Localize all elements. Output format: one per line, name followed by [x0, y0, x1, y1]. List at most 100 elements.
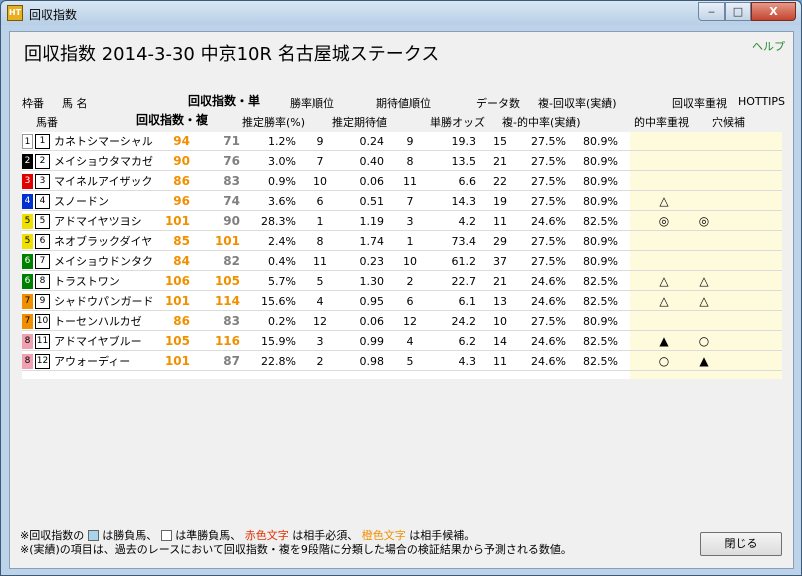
est-winrate-cell: 28.3%	[261, 215, 296, 228]
kaishu-fuku-value: 74	[223, 194, 240, 208]
table-row[interactable]: 3 3 マイネルアイザック 86 83 0.9% 10 0.06 11 6.6 22 27.5% 80.…	[22, 172, 782, 191]
odds-cell: 61.2	[451, 255, 477, 268]
fuku-kaishu-cell: 80.9%	[583, 255, 618, 268]
data-count-cell: 22	[493, 175, 507, 188]
table-row[interactable]: 7 9 シャドウパンガード 101 114 15.6% 4 0.95 6 6.1 13 24.6% 82…	[22, 292, 782, 311]
horse-name: マイネルアイザック	[54, 175, 153, 188]
minimize-button[interactable]: ‒	[698, 2, 725, 21]
maximize-button[interactable]: □	[725, 2, 751, 21]
fuku-tekichu-cell: 24.6%	[531, 355, 566, 368]
est-winrate-cell: 15.9%	[261, 335, 296, 348]
odds-cell: 73.4	[451, 235, 477, 248]
data-count-cell: 19	[493, 195, 507, 208]
mark-anakoho	[694, 152, 714, 171]
umaban-box: 3	[35, 174, 50, 189]
est-kitai-cell: 0.98	[359, 355, 385, 368]
win-rank-cell: 7	[316, 155, 324, 168]
mark-anakoho	[694, 252, 714, 271]
fuku-kaishu-cell: 82.5%	[583, 295, 618, 308]
mark-tekichu	[654, 252, 674, 271]
mark-anakoho: ◎	[698, 214, 710, 228]
legend-jun-shobu-box	[160, 530, 172, 541]
waku-badge: 3	[22, 174, 33, 189]
table-row[interactable]: 7 10 トーセンハルカゼ 86 83 0.2% 12 0.06 12 24.2 10 27.5% 80…	[22, 312, 782, 331]
note-text-d: は相手必須、	[292, 529, 359, 542]
kaishu-tan-value: 86	[173, 174, 190, 188]
header-waku: 枠番	[22, 97, 44, 110]
kitai-rank-cell: 2	[406, 275, 414, 288]
table-row[interactable]: 6 7 メイショウドンタク 84 82 0.4% 11 0.23 10 61.2 37 27.5% 80…	[22, 252, 782, 271]
mark-anakoho	[694, 172, 714, 191]
header-anakoho: 穴候補	[712, 116, 745, 129]
est-winrate-cell: 0.9%	[268, 175, 296, 188]
close-window-button[interactable]: X	[751, 2, 796, 21]
data-count-cell: 37	[493, 255, 507, 268]
header-kitai-rank: 期待値順位	[376, 97, 431, 110]
win-rank-cell: 12	[313, 315, 327, 328]
horse-name: アドマイヤツヨシ	[54, 215, 142, 228]
mark-anakoho	[694, 232, 714, 251]
table-row[interactable]: 1 1 カネトシマーシャル 94 71 1.2% 9 0.24 9 19.3 15 27.5% 80.9…	[22, 132, 782, 151]
waku-badge: 5	[22, 214, 33, 229]
note-text-e: は相手候補。	[409, 529, 476, 542]
kaishu-tan-value: 105	[164, 334, 190, 348]
waku-badge: 5	[22, 234, 33, 249]
win-rank-cell: 5	[316, 275, 324, 288]
header-fuku-kaishu: 複-回収率(実績)	[538, 97, 617, 110]
horse-name: メイショウドンタク	[54, 255, 153, 268]
close-button[interactable]: 閉じる	[700, 532, 782, 556]
waku-badge: 6	[22, 254, 33, 269]
kitai-rank-cell: 8	[406, 155, 414, 168]
header-est-winrate: 推定勝率(%)	[242, 116, 306, 129]
kitai-rank-cell: 4	[406, 335, 414, 348]
kaishu-tan-value: 84	[173, 254, 190, 268]
est-winrate-cell: 0.2%	[268, 315, 296, 328]
win-rank-cell: 11	[313, 255, 327, 268]
table-row[interactable]: 8 11 アドマイヤブルー 105 116 15.9% 3 0.99 4 6.2 14 24.6% 82…	[22, 332, 782, 351]
odds-cell: 24.2	[451, 315, 477, 328]
kaishu-fuku-value: 114	[214, 294, 240, 308]
table-row[interactable]: 6 8 トラストワン 106 105 5.7% 5 1.30 2 22.7 21 24.6% 82.5%…	[22, 272, 782, 291]
horse-name: トーセンハルカゼ	[54, 315, 142, 328]
table-row[interactable]: 5 6 ネオブラックダイヤ 85 101 2.4% 8 1.74 1 73.4 29 27.5% 80.…	[22, 232, 782, 251]
mark-anakoho	[694, 132, 714, 151]
win-rank-cell: 8	[316, 235, 324, 248]
mark-tekichu: △	[659, 294, 669, 308]
table-row[interactable]: 2 2 メイショウタマカゼ 90 76 3.0% 7 0.40 8 13.5 21 27.5% 80.9…	[22, 152, 782, 171]
note-text-b: は勝負馬、	[102, 529, 158, 542]
kaishu-tan-value: 90	[173, 154, 190, 168]
est-winrate-cell: 3.0%	[268, 155, 296, 168]
est-kitai-cell: 0.40	[359, 155, 385, 168]
kitai-rank-cell: 1	[406, 235, 414, 248]
header-tansho-odds: 単勝オッズ	[430, 116, 485, 129]
win-rank-cell: 1	[316, 215, 324, 228]
note-text-a: ※回収指数の	[20, 529, 85, 542]
umaban-box: 12	[35, 354, 50, 369]
help-link[interactable]: ヘルプ	[752, 38, 785, 54]
kaishu-tan-value: 96	[173, 194, 190, 208]
win-rank-cell: 2	[316, 355, 324, 368]
mark-anakoho: ○	[698, 334, 710, 348]
kitai-rank-cell: 5	[406, 355, 414, 368]
client-area: 回収指数 2014-3-30 中京10R 名古屋城ステークス ヘルプ 枠番 馬 …	[9, 31, 794, 569]
waku-badge: 4	[22, 194, 33, 209]
mark-anakoho: △	[699, 274, 709, 288]
data-count-cell: 14	[493, 335, 507, 348]
waku-badge: 8	[22, 334, 33, 349]
fuku-kaishu-cell: 82.5%	[583, 355, 618, 368]
est-kitai-cell: 0.06	[359, 315, 385, 328]
kaishu-tan-value: 106	[164, 274, 190, 288]
table-row[interactable]: 5 5 アドマイヤツヨシ 101 90 28.3% 1 1.19 3 4.2 11 24.6% 82.5…	[22, 212, 782, 231]
kitai-rank-cell: 9	[406, 135, 414, 148]
umaban-box: 2	[35, 154, 50, 169]
fuku-tekichu-cell: 24.6%	[531, 335, 566, 348]
notes: ※回収指数の は勝負馬、 は準勝負馬、 赤色文字 は相手必須、 橙色文字 は相手…	[20, 529, 572, 557]
title-bar[interactable]: HT 回収指数 ‒ □ X	[1, 1, 801, 25]
odds-cell: 19.3	[451, 135, 477, 148]
fuku-tekichu-cell: 24.6%	[531, 295, 566, 308]
est-kitai-cell: 0.06	[359, 175, 385, 188]
kaishu-fuku-value: 82	[223, 254, 240, 268]
table-row[interactable]: 4 4 スノードン 96 74 3.6% 6 0.51 7 14.3 19 27.5% 80.9% △	[22, 192, 782, 211]
table-row[interactable]: 8 12 アウォーディー 101 87 22.8% 2 0.98 5 4.3 11 24.6% 82.5…	[22, 352, 782, 371]
data-count-cell: 11	[493, 215, 507, 228]
